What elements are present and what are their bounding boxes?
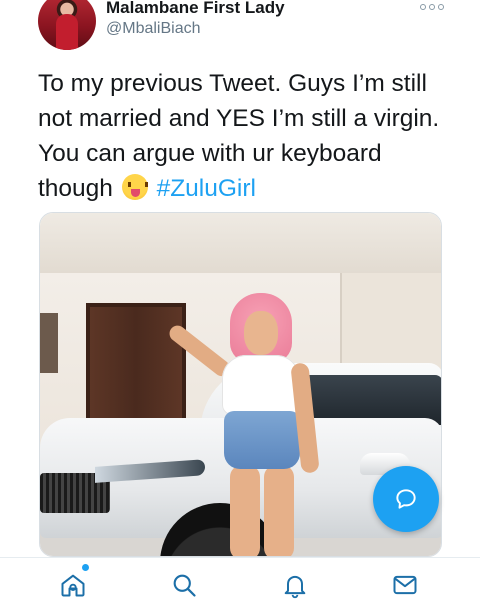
squinting-face-with-tongue-emoji-icon	[121, 174, 148, 200]
photo-ceiling	[40, 213, 441, 273]
notifications-bell-icon	[284, 575, 306, 599]
compose-message-icon	[396, 489, 416, 509]
messages-mail-icon	[393, 575, 417, 595]
person-shorts	[224, 411, 300, 469]
nav-home[interactable]	[56, 568, 90, 602]
person-leg	[230, 465, 260, 556]
nav-notifications[interactable]	[278, 568, 312, 602]
home-icon	[61, 574, 85, 597]
author-avatar[interactable]	[38, 0, 96, 50]
nav-messages[interactable]	[388, 568, 422, 602]
bottom-navigation	[0, 558, 480, 607]
person-leg	[264, 465, 294, 556]
nav-search[interactable]	[167, 568, 201, 602]
photo-person	[166, 293, 320, 556]
hashtag-link[interactable]: #ZuluGirl	[157, 175, 256, 202]
more-dot	[438, 4, 444, 10]
more-dot	[429, 4, 435, 10]
more-options-icon[interactable]	[420, 0, 444, 14]
search-icon	[173, 574, 196, 597]
person-shirt	[222, 355, 300, 415]
home-notification-dot	[82, 564, 89, 571]
person-face	[244, 311, 278, 355]
more-dot	[420, 4, 426, 10]
author-display-name[interactable]: Malambane First Lady	[106, 0, 285, 18]
author-handle[interactable]: @MbaliBiach	[106, 20, 201, 38]
tweet-header: Malambane First Lady @MbaliBiach	[0, 0, 480, 52]
compose-message-button[interactable]	[373, 466, 439, 532]
tweet-text: To my previous Tweet. Guys I’m still not…	[38, 66, 448, 206]
